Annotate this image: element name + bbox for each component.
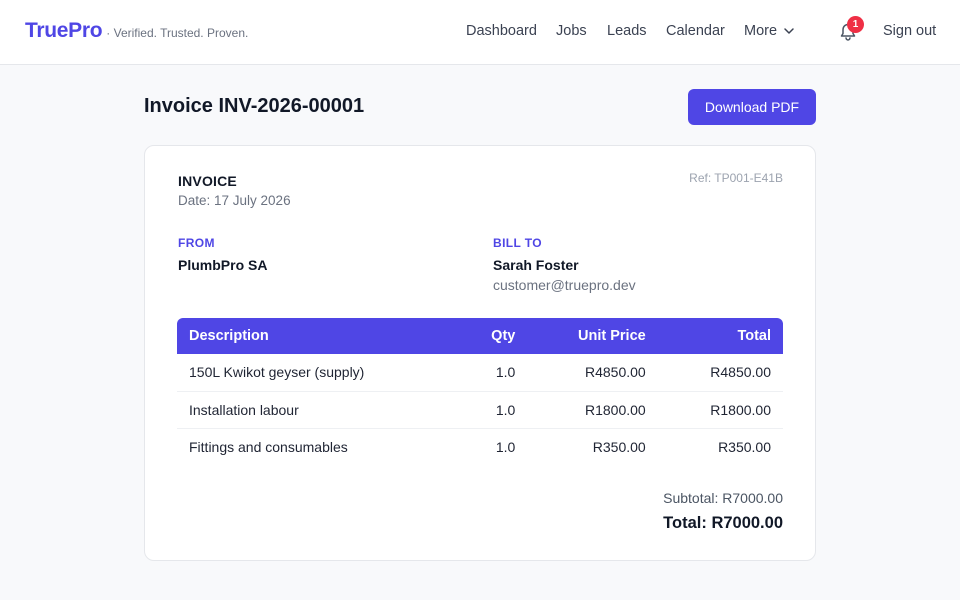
nav-jobs[interactable]: Jobs [556, 23, 587, 39]
download-pdf-button[interactable]: Download PDF [688, 89, 816, 125]
item-total: R350.00 [718, 438, 771, 455]
item-unit-price: R350.00 [592, 438, 646, 455]
item-total: R1800.00 [657, 391, 783, 429]
column-header-description: Description [189, 328, 269, 344]
brand-tagline: · Verified. Trusted. Proven. [106, 26, 249, 40]
item-unit-price: R4850.00 [527, 354, 658, 392]
brand-logo-text[interactable]: TruePro [25, 19, 103, 43]
sign-out-link[interactable]: Sign out [883, 23, 936, 39]
line-items-table: Description Qty Unit Price Total 150L Kw… [177, 318, 783, 465]
table-row: Installation labour 1.0 R1800.00 R1800.0… [177, 391, 783, 429]
nav-leads[interactable]: Leads [607, 23, 647, 39]
column-header-qty: Qty [491, 328, 516, 344]
table-row: 150L Kwikot geyser (supply) 1.0 R4850.00… [177, 354, 783, 392]
item-description: Installation labour [177, 391, 463, 429]
invoice-date: Date: 17 July 2026 [178, 193, 291, 208]
invoice-card: INVOICE Date: 17 July 2026 Ref: TP001-E4… [144, 145, 816, 561]
invoice-subtotal: Subtotal: R7000.00 [663, 490, 783, 506]
brand[interactable]: TruePro · Verified. Trusted. Proven. [25, 19, 248, 43]
nav-more-dropdown[interactable]: More [744, 23, 795, 39]
item-qty: 1.0 [462, 354, 528, 392]
table-header-row: Description Qty Unit Price Total [177, 318, 783, 354]
invoice-reference: Ref: TP001-E41B [689, 171, 783, 185]
item-total: R4850.00 [657, 354, 783, 392]
bill-to-label: BILL TO [493, 236, 543, 250]
invoice-heading: INVOICE [178, 173, 237, 189]
table-row: Fittings and consumables 1.0 R350.00 R35… [177, 428, 783, 465]
notification-count-badge: 1 [847, 16, 864, 33]
from-label: FROM [178, 236, 215, 250]
page-title: Invoice INV-2026-00001 [144, 95, 365, 117]
bill-to-name: Sarah Foster [493, 257, 579, 273]
bill-to-email: customer@truepro.dev [493, 277, 636, 293]
item-description: Fittings and consumables [189, 438, 348, 455]
column-header-unit-price: Unit Price [578, 328, 646, 344]
item-description: 150L Kwikot geyser (supply) [177, 354, 463, 392]
item-qty: 1.0 [495, 438, 516, 455]
from-business-name: PlumbPro SA [178, 257, 268, 273]
column-header-total: Total [737, 328, 771, 344]
invoice-total: Total: R7000.00 [663, 514, 783, 532]
nav-dashboard[interactable]: Dashboard [466, 23, 537, 39]
top-navigation-bar: TruePro · Verified. Trusted. Proven. Das… [0, 0, 960, 65]
nav-calendar[interactable]: Calendar [666, 23, 725, 39]
nav-more-label: More [744, 23, 778, 39]
item-qty: 1.0 [462, 391, 528, 429]
item-unit-price: R1800.00 [527, 391, 658, 429]
chevron-down-icon [784, 28, 794, 34]
